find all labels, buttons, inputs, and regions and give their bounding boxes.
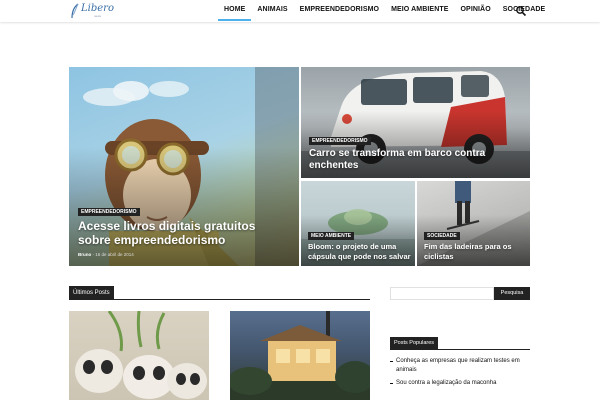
nav-item-opiniao[interactable]: OPINIÃO <box>455 0 497 22</box>
search-icon[interactable] <box>514 4 528 18</box>
popular-post-title-line-2: animais <box>396 367 417 373</box>
pandas-image <box>75 311 207 399</box>
nav-item-home[interactable]: HOME <box>218 0 252 22</box>
logo-tagline: news <box>94 14 102 18</box>
page: Libero news HOME ANIMAIS EMPREENDEDORISM… <box>0 0 600 400</box>
nav-item-meio-ambiente[interactable]: MEIO AMBIENTE <box>385 0 454 22</box>
featured-main-date: 16 de abril de 2014 <box>95 252 134 257</box>
featured-main-tile[interactable]: EMPREENDEDORISMO Acesse livros digitais … <box>69 67 299 266</box>
popular-post-item[interactable]: Conheça as empresas que realizam testes … <box>390 357 530 375</box>
popular-posts-header: Posts Populares <box>390 337 530 350</box>
featured-bloom-title-line-1: Bloom: o projeto de uma <box>308 242 397 251</box>
popular-posts-title: Posts Populares <box>390 337 439 350</box>
featured-car-title[interactable]: Carro se transforma em barco contra ench… <box>309 148 524 172</box>
featured-main-shade <box>69 146 299 266</box>
featured-car-category-badge[interactable]: EMPREENDEDORISMO <box>309 137 371 145</box>
featured-car-title-line-2: enchentes <box>309 160 359 171</box>
site-logo[interactable]: Libero news <box>70 2 114 20</box>
latest-posts-title: Últimos Posts <box>69 286 114 300</box>
featured-ladeiras-title-line-1: Fim das ladeiras para os <box>424 242 512 251</box>
popular-posts-list: Conheça as empresas que realizam testes … <box>390 357 530 392</box>
latest-post-thumb-house[interactable] <box>230 311 370 400</box>
latest-post-thumb-pandas[interactable] <box>69 311 209 400</box>
nav-item-empreendedorismo[interactable]: EMPREENDEDORISMO <box>294 0 385 22</box>
popular-post-title-line-1: Conheça as empresas que realizam testes … <box>396 358 520 364</box>
main-nav: HOME ANIMAIS EMPREENDEDORISMO MEIO AMBIE… <box>218 0 551 22</box>
featured-car-tile[interactable]: EMPREENDEDORISMO Carro se transforma em … <box>301 67 530 178</box>
featured-main-title-line-2: sobre empreendedorismo <box>78 233 226 247</box>
featured-main-title[interactable]: Acesse livros digitais gratuitos sobre e… <box>78 219 293 247</box>
featured-ladeiras-title[interactable]: Fim das ladeiras para os ciclistas <box>424 242 528 261</box>
house-image <box>230 311 370 400</box>
featured-bloom-title[interactable]: Bloom: o projeto de uma cápsula que pode… <box>308 242 412 261</box>
featured-main-meta: Bruno - 16 de abril de 2014 <box>78 252 134 257</box>
featured-ladeiras-category-badge[interactable]: SOCIEDADE <box>424 232 460 240</box>
popular-post-title-line-1: Sou contra a legalização da maconha <box>396 380 497 386</box>
featured-bloom-category-badge[interactable]: MEIO AMBIENTE <box>308 232 355 240</box>
site-header: Libero news HOME ANIMAIS EMPREENDEDORISM… <box>0 0 600 22</box>
logo-feather-icon <box>71 3 79 19</box>
featured-car-title-line-1: Carro se transforma em barco contra <box>309 148 486 159</box>
featured-bloom-title-line-2: cápsula que pode nos salvar <box>308 251 411 261</box>
popular-post-item[interactable]: Sou contra a legalização da maconha <box>390 379 530 388</box>
latest-posts-header: Últimos Posts <box>69 286 370 300</box>
logo-name: Libero <box>81 3 114 14</box>
featured-ladeiras-tile[interactable]: SOCIEDADE Fim das ladeiras para os cicli… <box>417 181 530 266</box>
featured-ladeiras-title-line-2: ciclistas <box>424 251 454 261</box>
nav-item-animais[interactable]: ANIMAIS <box>251 0 293 22</box>
featured-bloom-tile[interactable]: MEIO AMBIENTE Bloom: o projeto de uma cá… <box>301 181 415 266</box>
featured-main-category-badge[interactable]: EMPREENDEDORISMO <box>78 208 140 216</box>
featured-main-author[interactable]: Bruno <box>78 252 91 257</box>
featured-main-title-line-1: Acesse livros digitais gratuitos <box>78 219 256 233</box>
sidebar-search-button[interactable]: Pesquisa <box>494 287 530 300</box>
sidebar-search-input[interactable] <box>390 287 494 300</box>
